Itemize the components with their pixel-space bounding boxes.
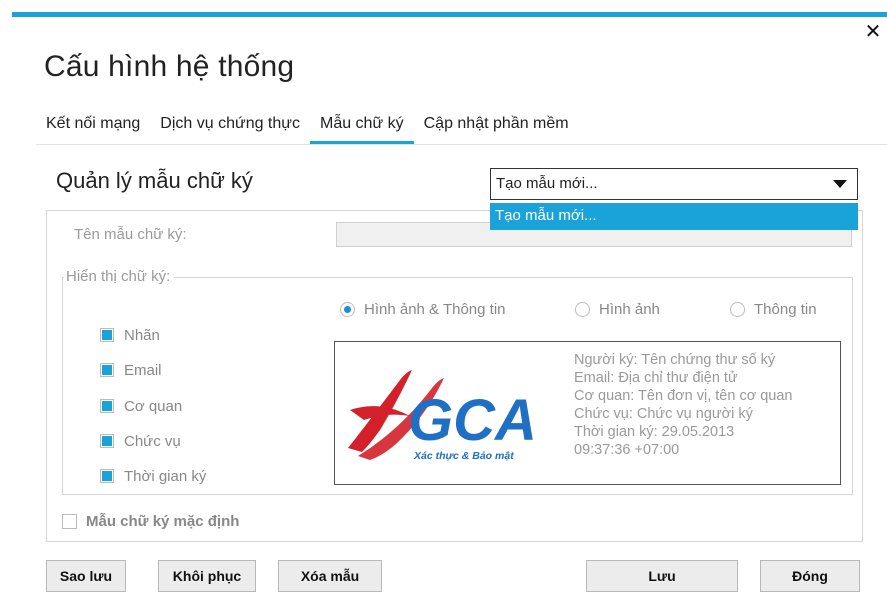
checkbox-label-field[interactable]: Nhãn [100,325,160,345]
checkbox-label: Chức vụ [124,432,181,450]
default-template-checkbox[interactable]: Mẫu chữ ký mặc định [62,513,239,530]
svg-text:GCA: GCA [408,388,537,453]
preview-line-position: Chức vụ: Chức vụ người ký [574,406,753,422]
radio-info-only[interactable]: Thông tin [730,299,817,319]
preview-line-organization: Cơ quan: Tên đơn vị, tên cơ quan [574,388,793,404]
checkbox-label: Thời gian ký [124,467,207,485]
dialog-title: Cấu hình hệ thống [44,50,295,83]
checkbox-organization-field[interactable]: Cơ quan [100,396,182,416]
template-select-option[interactable]: Tạo mẫu mới... [490,203,858,230]
backup-button[interactable]: Sao lưu [46,560,126,592]
radio-unselected-icon [730,301,745,317]
gca-logo: GCA Xác thực & Bảo mật [348,370,537,462]
checkbox-checked-icon [100,469,114,483]
checkbox-checked-icon [100,399,114,413]
save-button[interactable]: Lưu [586,560,738,592]
checkbox-label: Cơ quan [124,397,183,415]
checkbox-checked-icon [100,328,114,342]
display-options-legend: Hiển thị chữ ký: [64,268,175,285]
title-accent-bar [12,12,887,17]
radio-image-only[interactable]: Hình ảnh [575,299,660,319]
signature-preview-text: Người ký: Tên chứng thư số ký Email: Địa… [574,351,793,459]
radio-unselected-icon [575,301,590,317]
tab-network[interactable]: Kết nối mạng [36,112,150,144]
preview-line-sign-time-clock: 09:37:36 +07:00 [574,442,680,458]
checkbox-label: Nhãn [124,326,160,344]
delete-template-button[interactable]: Xóa mẫu [278,560,382,592]
section-title: Quản lý mẫu chữ ký [56,168,253,193]
close-button[interactable]: Đóng [760,560,860,592]
preview-line-sign-time: Thời gian ký: 29.05.2013 [574,424,735,440]
checkbox-checked-icon [100,434,114,448]
preview-line-signer: Người ký: Tên chứng thư số ký [574,352,776,368]
radio-label: Hình ảnh & Thông tin [364,300,506,318]
checkbox-label: Email [124,361,162,379]
restore-button[interactable]: Khôi phục [158,560,256,592]
checkbox-sign-time-field[interactable]: Thời gian ký [100,466,206,486]
preview-line-email: Email: Địa chỉ thư điện tử [574,370,738,386]
tab-signature-template[interactable]: Mẫu chữ ký [309,112,414,144]
close-icon[interactable]: ✕ [863,22,883,42]
default-template-label: Mẫu chữ ký mặc định [86,513,240,530]
template-name-label: Tên mẫu chữ ký: [74,226,187,243]
radio-selected-icon [340,301,355,317]
checkbox-unchecked-icon [62,514,77,529]
checkbox-position-field[interactable]: Chức vụ [100,431,181,451]
template-select[interactable]: Tạo mẫu mới... [490,168,858,200]
tabs-divider [36,144,887,145]
radio-label: Hình ảnh [599,300,660,318]
checkbox-email-field[interactable]: Email [100,360,162,380]
chevron-down-icon [833,180,847,188]
template-select-value: Tạo mẫu mới... [496,175,598,192]
radio-image-and-info[interactable]: Hình ảnh & Thông tin [340,299,506,319]
radio-label: Thông tin [754,300,817,318]
tab-bar: Kết nối mạng Dịch vụ chứng thực Mẫu chữ … [36,112,579,144]
tab-software-update[interactable]: Cập nhật phần mềm [414,112,579,144]
svg-text:Xác thực & Bảo mật: Xác thực & Bảo mật [413,450,514,462]
checkbox-checked-icon [100,363,114,377]
tab-certification-service[interactable]: Dịch vụ chứng thực [150,112,310,144]
